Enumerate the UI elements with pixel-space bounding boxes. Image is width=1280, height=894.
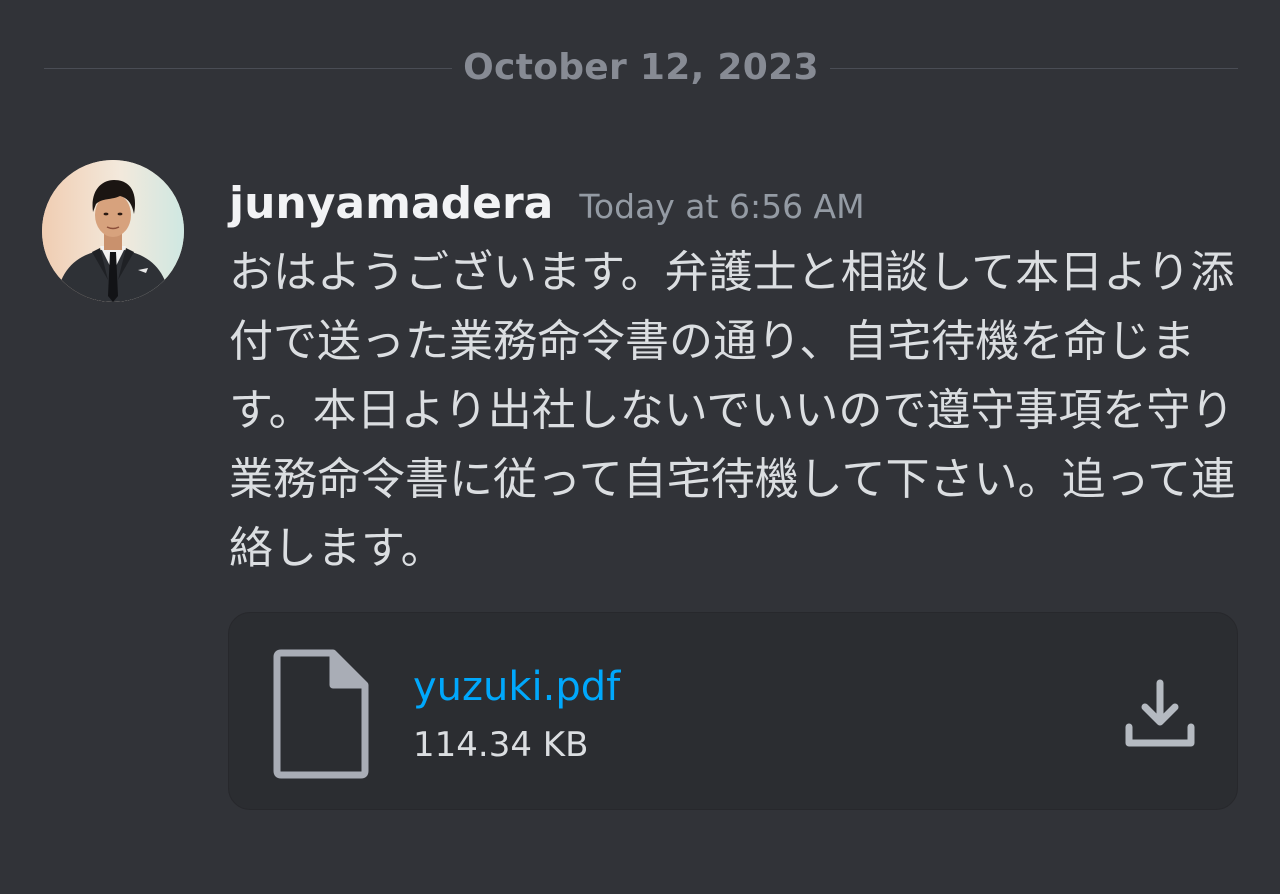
file-attachment: yuzuki.pdf 114.34 KB <box>228 612 1238 810</box>
divider-date: October 12, 2023 <box>463 47 819 88</box>
file-size: 114.34 KB <box>413 725 589 765</box>
divider-line-right <box>830 68 1238 69</box>
message-header: junyamadera Today at 6:56 AM <box>229 174 865 234</box>
avatar[interactable] <box>42 160 184 302</box>
timestamp[interactable]: Today at 6:56 AM <box>579 187 864 226</box>
avatar-image <box>42 160 184 302</box>
chat-view: October 12, 2023 junyamadera Today at 6:… <box>0 0 1280 894</box>
file-icon <box>273 649 369 779</box>
divider-line-left <box>44 68 452 69</box>
username[interactable]: junyamadera <box>229 178 553 229</box>
file-name-link[interactable]: yuzuki.pdf <box>413 663 620 711</box>
message-text: おはようございます。弁護士と相談して本日より添付で送った業務命令書の通り、自宅待… <box>229 247 1236 574</box>
date-divider: October 12, 2023 <box>44 40 1238 98</box>
download-icon[interactable] <box>1123 677 1197 751</box>
